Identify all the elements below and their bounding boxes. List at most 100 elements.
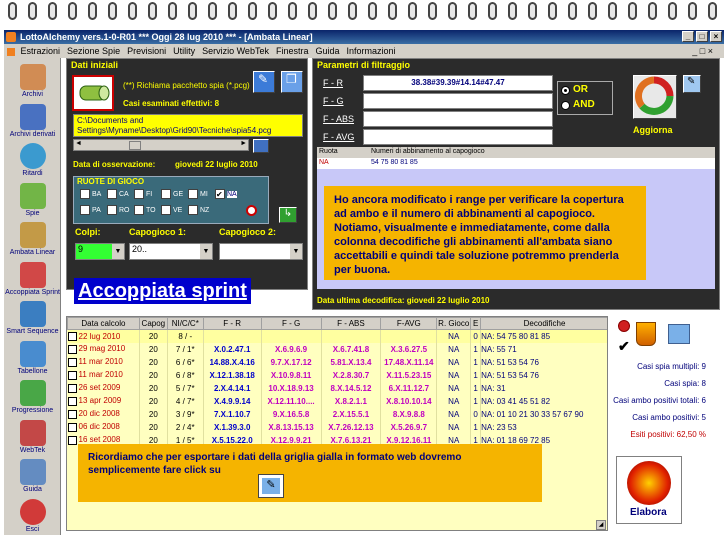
filter-label-fg[interactable]: F - G <box>323 96 344 106</box>
sidebar-item-progressione[interactable]: Progressione <box>4 380 61 414</box>
maximize-icon[interactable]: □ <box>696 31 708 42</box>
fg-field[interactable] <box>363 93 553 109</box>
info-button[interactable]: ✎ <box>683 75 701 93</box>
sidebar-item-guida[interactable]: Guida <box>4 459 61 493</box>
grid-header[interactable]: F - R <box>202 317 262 330</box>
sidebar-item-accoppiata-sprint[interactable]: Accoppiata Sprint <box>4 261 61 296</box>
fabs-field[interactable] <box>363 111 553 127</box>
menu-item-servizio-webtek[interactable]: Servizio WebTek <box>202 46 269 56</box>
and-radio[interactable] <box>561 101 570 110</box>
menu-item-sezione-spie[interactable]: Sezione Spie <box>67 46 120 56</box>
filter-label-favg[interactable]: F - AVG <box>323 132 354 142</box>
row-checkbox[interactable] <box>67 383 77 393</box>
mdi-controls[interactable]: _ □ × <box>692 44 713 58</box>
minimize-icon[interactable]: _ <box>682 31 694 42</box>
row-checkbox[interactable] <box>67 344 77 354</box>
grid-cell: 20 <box>139 420 168 434</box>
ruota-checkbox-ge[interactable] <box>161 189 171 199</box>
filter-label-fr[interactable]: F - R <box>323 78 343 88</box>
ruota-checkbox-ve[interactable] <box>161 205 171 215</box>
menu-item-utility[interactable]: Utility <box>173 46 195 56</box>
spy-load-button[interactable] <box>72 75 114 111</box>
grid-header[interactable]: F-AVG <box>380 317 438 330</box>
file-path-field[interactable]: C:\Documents and Settings\Myname\Desktop… <box>73 114 303 137</box>
sidebar-item-webtek[interactable]: WebTek <box>4 419 61 454</box>
grid-header[interactable]: NI/C/C* <box>166 317 204 330</box>
sidebar-item-archivi-derivati[interactable]: Archivi derivati <box>4 103 61 138</box>
row-checkbox[interactable] <box>67 409 77 419</box>
no-entry-icon[interactable] <box>618 320 630 332</box>
sidebar-item-archivi[interactable]: Archivi <box>4 64 61 98</box>
sidebar-item-esci[interactable]: Esci <box>4 498 61 533</box>
grid-cell: 13 apr 2009 <box>67 394 140 408</box>
row-checkbox[interactable] <box>67 370 77 380</box>
filter-label-fabs[interactable]: F - ABS <box>323 114 354 124</box>
ruota-checkbox-ro[interactable] <box>107 205 117 215</box>
ruota-checkbox-mi[interactable] <box>188 189 198 199</box>
grid-header[interactable]: F - ABS <box>320 317 382 330</box>
clear-ruote-icon[interactable] <box>246 205 257 216</box>
close-icon[interactable]: × <box>710 31 722 42</box>
menu-item-informazioni[interactable]: Informazioni <box>347 46 396 56</box>
sidebar-item-spie[interactable]: Spie <box>4 182 61 217</box>
ruota-checkbox-to[interactable] <box>134 205 144 215</box>
row-checkbox[interactable] <box>67 396 77 406</box>
row-checkbox[interactable] <box>67 422 77 432</box>
row-checkbox[interactable] <box>67 357 77 367</box>
table-row[interactable]: 20 dic 2008 20 3 / 9* 7.X.1.10.7 9.X.16.5.8 2… <box>67 407 607 421</box>
table-row[interactable]: 26 set 2009 20 5 / 7* 2.X.4.14.1 10.X.18.9.1… <box>67 381 607 395</box>
or-radio[interactable] <box>561 86 570 95</box>
sidebar-item-ambata-linear[interactable]: Ambata Linear <box>4 222 61 256</box>
grid-header[interactable]: E <box>470 317 482 330</box>
table-row[interactable]: 22 lug 2010 20 8 / - NA 0 NA: 54 75 80 81 85 <box>67 329 607 343</box>
ruota-checkbox-ba[interactable] <box>80 189 90 199</box>
ruota-row[interactable]: NA 54 75 80 81 85 <box>317 158 715 169</box>
ruota-checkbox-ca[interactable] <box>107 189 117 199</box>
ruota-checkbox-fi[interactable] <box>134 189 144 199</box>
sidebar-item-ritardi[interactable]: Ritardi <box>4 143 61 177</box>
ruota-label: PA <box>92 207 101 214</box>
aggiorna-button[interactable] <box>633 75 677 119</box>
table-row[interactable]: 29 mag 2010 20 7 / 1* X.0.2.47.1 X.6.9.6.9 X.… <box>67 342 607 356</box>
table-row[interactable]: 13 apr 2009 20 4 / 7* X.4.9.9.14 X.12.11.10.… <box>67 394 607 408</box>
grid-header[interactable]: Capog <box>138 317 168 330</box>
save-path-button[interactable] <box>253 139 269 153</box>
menu-item-guida[interactable]: Guida <box>315 46 339 56</box>
cup-icon[interactable] <box>636 322 656 346</box>
grid-cell: X.8.2.1.1 <box>321 394 382 408</box>
table-row[interactable]: 11 mar 2010 20 6 / 8* X.12.1.38.18 X.10.9.8.… <box>67 368 607 382</box>
grid-header[interactable]: R. Gioco <box>436 317 472 330</box>
sidebar-item-smart-sequence[interactable]: Smart Sequence <box>4 301 61 335</box>
spiral-ring <box>228 2 237 20</box>
arrow-button[interactable]: ↳ <box>279 207 297 223</box>
ruota-checkbox-na[interactable]: ✔ <box>215 189 225 199</box>
colpi-select[interactable]: 9 ▼ <box>75 243 125 260</box>
grid-cell: 14.88.X.4.16 <box>203 355 262 369</box>
ruota-checkbox-pa[interactable] <box>80 205 90 215</box>
export-icon[interactable] <box>668 324 690 344</box>
export-web-button[interactable]: ✎ <box>258 474 284 498</box>
grid-header[interactable]: Decodifiche <box>480 317 607 330</box>
menu-item-previsioni[interactable]: Previsioni <box>127 46 166 56</box>
row-checkbox[interactable] <box>67 331 77 341</box>
grid-header[interactable]: Data calcolo <box>67 317 140 330</box>
capogioco1-select[interactable]: 20.. ▼ <box>129 243 213 260</box>
menu-item-finestra[interactable]: Finestra <box>276 46 309 56</box>
scroll-bar[interactable]: ◄ ► <box>73 139 249 151</box>
menu-item-estrazioni[interactable]: Estrazioni <box>21 46 61 56</box>
row-checkbox[interactable] <box>67 435 77 445</box>
favg-field[interactable] <box>363 129 553 145</box>
table-row[interactable]: 06 dic 2008 20 2 / 4* X.1.39.3.0 X.8.13.15.1… <box>67 420 607 434</box>
edit-pack-button[interactable]: ✎ <box>253 71 275 93</box>
fr-field[interactable]: 38.38#39.39#14.14#47.47 <box>363 75 553 91</box>
sidebar-item-tabellone[interactable]: Tabellone <box>4 340 61 375</box>
elabora-button[interactable]: Elabora <box>616 456 682 524</box>
open-pack-button[interactable]: ❐ <box>281 71 303 93</box>
aggiorna-label: Aggiorna <box>633 125 673 135</box>
capogioco2-select[interactable]: ▼ <box>219 243 303 260</box>
table-row[interactable]: 11 mar 2010 20 6 / 6* 14.88.X.4.16 9.7.X.17.… <box>67 355 607 369</box>
grid-resize-grip[interactable]: ◢ <box>596 520 606 530</box>
grid-header[interactable]: F - G <box>260 317 322 330</box>
grid-cell: 7.X.1.10.7 <box>203 407 262 421</box>
ruota-checkbox-nz[interactable] <box>188 205 198 215</box>
